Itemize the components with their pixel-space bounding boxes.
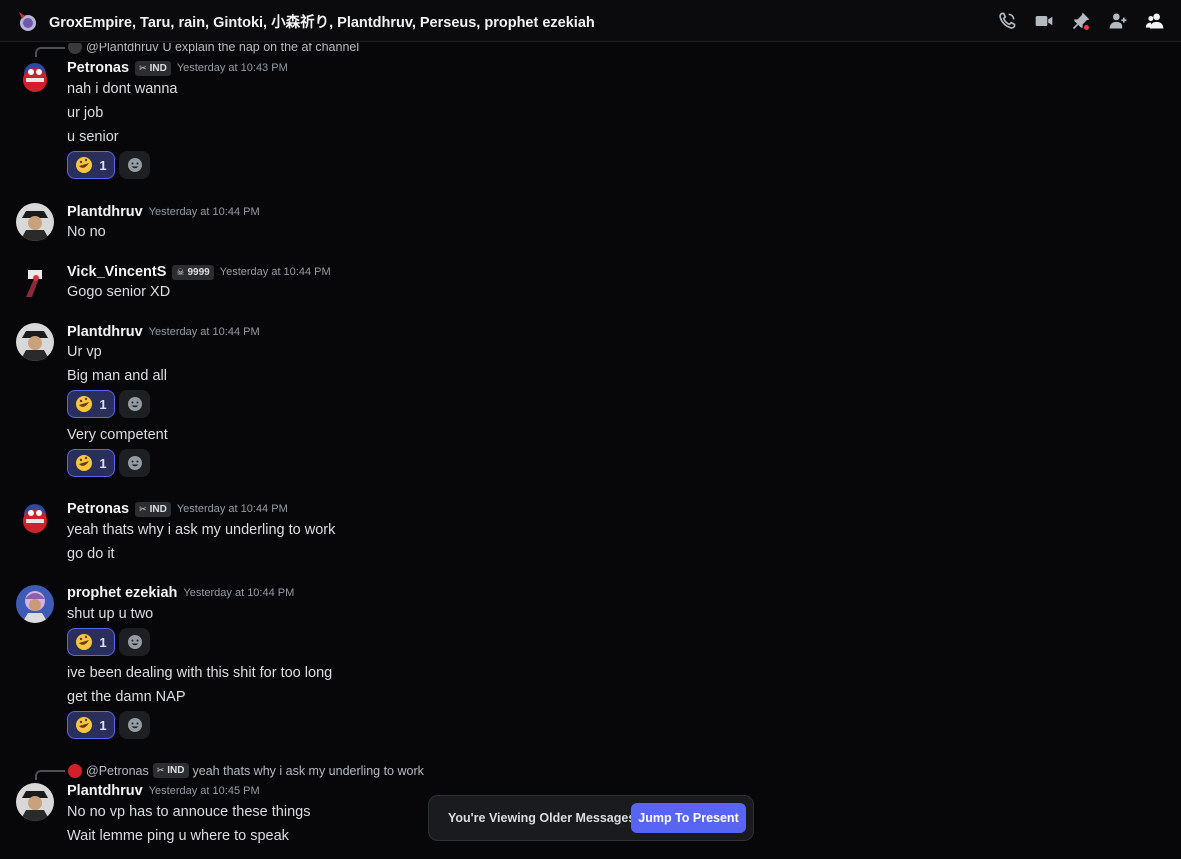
username[interactable]: Plantdhruv	[67, 204, 143, 220]
reaction-rofl[interactable]: 1	[67, 628, 115, 656]
avatar[interactable]	[16, 783, 54, 821]
reaction-count: 1	[99, 157, 107, 173]
avatar[interactable]	[16, 585, 54, 623]
rofl-emoji-icon	[76, 717, 93, 733]
add-reaction-button[interactable]	[119, 449, 150, 477]
timestamp: Yesterday at 10:44 PM	[148, 206, 260, 218]
video-call-button[interactable]	[1025, 9, 1062, 33]
timestamp: Yesterday at 10:45 PM	[148, 785, 260, 797]
reaction-count: 1	[99, 634, 107, 650]
video-call-icon	[1035, 16, 1052, 26]
server-tag[interactable]: ☠ 9999	[172, 264, 214, 280]
avatar[interactable]	[16, 58, 54, 96]
add-reaction-button[interactable]	[119, 628, 150, 656]
tool-icon: ✂	[139, 503, 147, 514]
server-tag[interactable]: ✂ IND	[135, 60, 171, 76]
timestamp: Yesterday at 10:44 PM	[183, 587, 295, 599]
tool-icon: ✂	[156, 765, 165, 775]
timestamp: Yesterday at 10:44 PM	[176, 503, 288, 515]
avatar[interactable]	[16, 499, 54, 537]
skull-icon: ☠	[176, 266, 185, 277]
rofl-emoji-icon	[76, 396, 93, 412]
smiley-icon	[127, 635, 142, 649]
reply-avatar	[68, 43, 82, 54]
add-reaction-button[interactable]	[119, 390, 150, 418]
message-text: ur job	[67, 105, 104, 121]
reaction-rofl[interactable]: 1	[67, 151, 115, 179]
rofl-emoji-icon	[76, 634, 93, 650]
voice-call-icon	[998, 12, 1015, 29]
message-text: get the damn NAP	[67, 689, 186, 705]
reply-text: U explain the nap on the af channel	[162, 43, 360, 54]
message-text: No no vp has to annouce these things	[67, 804, 311, 820]
rofl-emoji-icon	[76, 157, 93, 173]
username[interactable]: Plantdhruv	[67, 324, 143, 340]
avatar[interactable]	[16, 263, 54, 301]
server-tag[interactable]: ✂ IND	[135, 501, 171, 517]
older-messages-bar: You're Viewing Older Messages Jump To Pr…	[428, 795, 754, 841]
message-text: Big man and all	[67, 368, 167, 384]
reaction-rofl[interactable]: 1	[67, 449, 115, 477]
add-reaction-button[interactable]	[119, 151, 150, 179]
message-text: nah i dont wanna	[67, 81, 178, 97]
add-friends-button[interactable]	[1099, 9, 1136, 33]
voice-call-button[interactable]	[988, 9, 1025, 33]
channel-header: GroxEmpire, Taru, rain, Gintoki, 小森祈り, P…	[0, 0, 1181, 42]
username[interactable]: Vick_VincentS	[67, 264, 166, 280]
jump-to-present-button[interactable]: Jump To Present	[631, 803, 746, 833]
username[interactable]: Petronas	[67, 501, 129, 517]
unread-pin-badge	[1083, 24, 1090, 31]
username[interactable]: prophet ezekiah	[67, 585, 177, 601]
message-text: ive been dealing with this shit for too …	[67, 665, 333, 681]
timestamp: Yesterday at 10:43 PM	[176, 62, 288, 74]
smiley-icon	[127, 718, 142, 732]
avatar[interactable]	[16, 203, 54, 241]
message-list[interactable]: @Plantdhruv U explain the nap on the af …	[0, 43, 1181, 859]
channel-title: GroxEmpire, Taru, rain, Gintoki, 小森祈り, P…	[49, 15, 595, 31]
timestamp: Yesterday at 10:44 PM	[148, 326, 260, 338]
smiley-icon	[127, 397, 142, 411]
group-dm-icon	[19, 12, 36, 31]
message-text: u senior	[67, 129, 119, 145]
avatar[interactable]	[16, 323, 54, 361]
reaction-rofl[interactable]: 1	[67, 711, 115, 739]
message-text: Very competent	[67, 427, 168, 443]
reaction-rofl[interactable]: 1	[67, 390, 115, 418]
message-text: Ur vp	[67, 344, 102, 360]
member-list-button[interactable]	[1136, 9, 1173, 33]
reaction-count: 1	[99, 396, 107, 412]
timestamp: Yesterday at 10:44 PM	[219, 266, 331, 278]
add-reaction-button[interactable]	[119, 711, 150, 739]
add-friends-icon	[1109, 13, 1126, 29]
message-text: shut up u two	[67, 606, 154, 622]
reply-connector	[35, 770, 65, 780]
reaction-count: 1	[99, 455, 107, 471]
message-text: yeah thats why i ask my underling to wor…	[67, 522, 336, 538]
username[interactable]: Petronas	[67, 60, 129, 76]
reply-connector	[35, 47, 65, 57]
username[interactable]: Plantdhruv	[67, 783, 143, 799]
server-tag: ✂ IND	[152, 763, 189, 778]
pinned-messages-button[interactable]	[1062, 9, 1099, 33]
smiley-icon	[127, 456, 142, 470]
rofl-emoji-icon	[76, 455, 93, 471]
reply-avatar	[68, 763, 82, 778]
reaction-count: 1	[99, 717, 107, 733]
reply-mention[interactable]: @Plantdhruv	[86, 43, 158, 54]
tool-icon: ✂	[139, 62, 147, 73]
smiley-icon	[127, 158, 142, 172]
member-list-icon	[1145, 13, 1163, 29]
message-text: No no	[67, 224, 106, 240]
message-text: Wait lemme ping u where to speak	[67, 828, 289, 844]
reply-mention[interactable]: @Petronas	[86, 764, 149, 778]
reply-preview[interactable]: @Petronas ✂ IND yeah thats why i ask my u…	[68, 763, 424, 778]
message-text: go do it	[67, 546, 115, 562]
reply-preview[interactable]: @Plantdhruv U explain the nap on the af …	[68, 43, 359, 54]
reply-text: yeah thats why i ask my underling to wor…	[192, 763, 424, 778]
older-messages-notice: You're Viewing Older Messages	[448, 811, 636, 825]
message-text: Gogo senior XD	[67, 284, 171, 300]
